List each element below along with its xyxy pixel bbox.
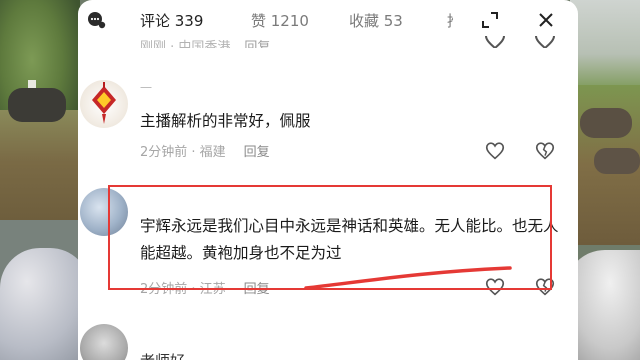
avatar[interactable] bbox=[80, 188, 128, 236]
clipped-dislike-icon[interactable] bbox=[534, 34, 556, 48]
clipped-comment-time-location: 刚刚 · 中国香港 bbox=[140, 40, 231, 48]
comment-meta: 2分钟前 · 江苏 回复 bbox=[140, 278, 270, 297]
comment-meta: 2分钟前 · 福建 回复 bbox=[140, 141, 270, 160]
reply-button[interactable]: 回复 bbox=[244, 145, 270, 160]
avatar[interactable] bbox=[80, 324, 128, 360]
fortune-ornament-icon bbox=[92, 82, 116, 124]
tab-comments[interactable]: 评论 339 bbox=[140, 10, 203, 31]
tab-likes[interactable]: 赞 1210 bbox=[251, 10, 309, 31]
clipped-comment-meta: 刚刚 · 中国香港 回复 bbox=[140, 36, 270, 48]
comment-username[interactable]: 老师好 bbox=[140, 350, 185, 360]
reply-button[interactable]: 回复 bbox=[244, 282, 270, 297]
comment-bubble-icon bbox=[88, 12, 106, 29]
comment-time-location: 2分钟前 · 江苏 bbox=[140, 282, 226, 297]
expand-icon[interactable] bbox=[478, 8, 502, 32]
tab-overflow[interactable]: 推 bbox=[447, 10, 453, 31]
comment-panel: 评论 339 赞 1210 收藏 53 推 刚刚 · 中国香港回复 一 主播解析… bbox=[78, 0, 578, 360]
clipped-comment-reply-button[interactable]: 回复 bbox=[244, 40, 270, 48]
like-heart-icon[interactable] bbox=[484, 140, 506, 162]
background-stone-left bbox=[8, 88, 66, 122]
background-person-left bbox=[0, 248, 90, 360]
comment-username[interactable]: 一 bbox=[140, 79, 152, 96]
background-sky-right bbox=[570, 0, 640, 90]
comment-time-location: 2分钟前 · 福建 bbox=[140, 145, 226, 160]
avatar[interactable] bbox=[80, 80, 128, 128]
clipped-like-icon[interactable] bbox=[484, 34, 506, 48]
background-stone-right bbox=[580, 108, 632, 138]
comment-text: 主播解析的非常好，佩服 bbox=[140, 112, 311, 130]
like-heart-icon[interactable] bbox=[484, 276, 506, 298]
dislike-broken-heart-icon[interactable] bbox=[534, 140, 556, 162]
close-icon[interactable] bbox=[534, 8, 558, 32]
dislike-broken-heart-icon[interactable] bbox=[534, 276, 556, 298]
tab-favorites[interactable]: 收藏 53 bbox=[349, 10, 403, 31]
background-stone-right-lower bbox=[594, 148, 640, 174]
comment-text: 宇辉永远是我们心目中永远是神话和英雄。无人能比。也无人能超越。黄袍加身也不足为过 bbox=[140, 217, 559, 262]
